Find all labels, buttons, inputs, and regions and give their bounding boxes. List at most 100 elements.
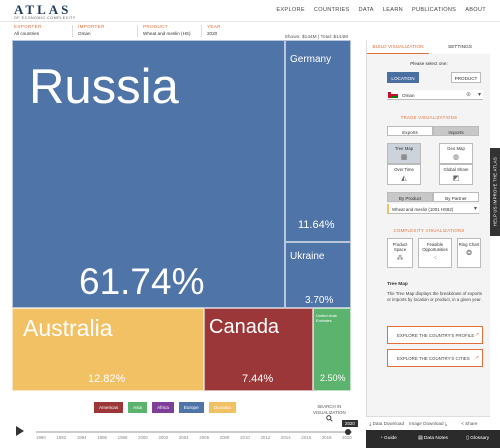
exporter-label: EXPORTER	[14, 24, 42, 29]
ring-chart-card[interactable]: Ring Chart ❂	[457, 238, 481, 268]
cell-label: United Arab Emirates	[316, 313, 337, 323]
year-field[interactable]: YEAR 2020	[207, 24, 221, 36]
product-button[interactable]: PRODUCT	[451, 72, 481, 83]
product-field[interactable]: PRODUCT Wheat and meslin (HS)	[143, 24, 191, 36]
cell-share: 3.70%	[305, 295, 334, 306]
divider	[137, 25, 138, 37]
main-nav: EXPLORE COUNTRIES DATA LEARN PUBLICATION…	[276, 7, 486, 13]
tab-build-visualization[interactable]: BUILD VISUALIZATION	[367, 40, 429, 54]
product-value: Wheat and meslin (HS)	[143, 31, 191, 36]
geomap-viz-card[interactable]: Geo Map ◍	[439, 143, 473, 164]
year-tick[interactable]: 2020	[342, 435, 352, 440]
tab-settings[interactable]: SETTINGS	[429, 40, 491, 54]
nav-countries[interactable]: COUNTRIES	[314, 7, 350, 13]
country-select[interactable]: Oman ⊕ ▾	[387, 90, 483, 100]
imports-button[interactable]: Imports	[433, 126, 479, 136]
year-tick[interactable]: 1994	[77, 435, 87, 440]
treemap-cell-russia[interactable]: Russia 61.74%	[12, 40, 285, 308]
year-tick[interactable]: 2000	[138, 435, 148, 440]
product-select[interactable]: Wheat and meslin (1001 HS92) ▾	[387, 204, 479, 214]
description-title: Tree Map	[387, 282, 408, 287]
year-tick[interactable]: 2004	[179, 435, 189, 440]
product-select-value: Wheat and meslin (1001 HS92)	[392, 206, 454, 212]
explore-cities-button[interactable]: EXPLORE THE COUNTRY'S CITIES ↗	[387, 349, 483, 367]
year-tick[interactable]: 2010	[240, 435, 250, 440]
top-bar: ATLAS OF ECONOMIC COMPLEXITY EXPLORE COU…	[0, 0, 500, 22]
location-button[interactable]: LOCATION	[387, 72, 419, 83]
glossary-label: Glossary	[470, 436, 490, 441]
treemap-cell-canada[interactable]: Canada 7.44%	[204, 308, 313, 391]
year-tick[interactable]: 2016	[301, 435, 311, 440]
importer-value: Oman	[78, 31, 91, 36]
timeline-years: 1990 1992 1994 1996 1998 2000 2002 2004 …	[36, 435, 352, 440]
treemap-cell-australia[interactable]: Australia 12.82%	[12, 308, 204, 391]
help-improve-tab[interactable]: HELP US IMPROVE THE ATLAS	[490, 148, 500, 236]
nav-publications[interactable]: PUBLICATIONS	[412, 7, 456, 13]
legend-asia[interactable]: Asia	[128, 402, 148, 413]
select-prompt: Please select one:	[410, 61, 448, 66]
nav-explore[interactable]: EXPLORE	[276, 7, 305, 13]
treemap-cell-uae[interactable]: United Arab Emirates 2.50%	[313, 308, 351, 391]
nav-learn[interactable]: LEARN	[383, 7, 403, 13]
ring-icon: ❂	[466, 250, 472, 257]
importer-field[interactable]: IMPORTER Oman	[78, 24, 105, 36]
glossary-button[interactable]: ▯ Glossary	[455, 430, 500, 448]
nav-about[interactable]: ABOUT	[465, 7, 486, 13]
scatter-icon: ⁖	[432, 255, 438, 262]
current-year-badge: 2020	[342, 420, 358, 427]
chevron-down-icon: ▾	[473, 206, 477, 212]
year-tick[interactable]: 2008	[220, 435, 230, 440]
explore-profile-button[interactable]: EXPLORE THE COUNTRY'S PROFILE ↗	[387, 326, 483, 344]
globalshare-viz-card[interactable]: Global Share ◩	[439, 164, 473, 185]
atlas-logo[interactable]: ATLAS OF ECONOMIC COMPLEXITY	[14, 2, 76, 20]
year-timeline: 1990 1992 1994 1996 1998 2000 2002 2004 …	[0, 420, 363, 448]
cell-label: Canada	[209, 316, 280, 338]
timeline-track[interactable]	[36, 431, 352, 433]
country-value: Oman	[402, 92, 415, 98]
divider	[201, 25, 202, 37]
year-tick[interactable]: 1998	[118, 435, 128, 440]
cell-share: 7.44%	[242, 373, 274, 385]
divider	[72, 25, 73, 37]
data-download-button[interactable]: ⤓ Data Download	[366, 417, 407, 430]
timeline-handle[interactable]	[345, 429, 351, 435]
guide-button[interactable]: ◔ Guide	[366, 430, 411, 448]
card-label: Global Share	[443, 167, 469, 172]
explore-cities-label: EXPLORE THE COUNTRY'S CITIES	[397, 356, 470, 361]
download-row: ⤓ Data Download Image Download ⤓ < Share	[366, 416, 490, 430]
treemap-cell-germany[interactable]: Germany 11.64%	[285, 40, 351, 242]
year-tick[interactable]: 2018	[322, 435, 332, 440]
exporter-field[interactable]: EXPORTER All countries	[14, 24, 42, 36]
year-tick[interactable]: 2002	[158, 435, 168, 440]
product-space-card[interactable]: Product Space ⁂	[387, 238, 413, 268]
data-notes-label: Data Notes	[423, 436, 448, 441]
year-tick[interactable]: 2006	[199, 435, 209, 440]
product-label: PRODUCT	[143, 24, 168, 29]
image-download-button[interactable]: Image Download ⤓	[407, 417, 448, 430]
year-tick[interactable]: 1996	[97, 435, 107, 440]
year-value: 2020	[207, 31, 218, 36]
treemap-viz-card[interactable]: Tree Map ▦	[387, 143, 421, 164]
share-button[interactable]: < Share	[449, 417, 490, 430]
legend-europe[interactable]: Europe	[178, 402, 204, 413]
year-tick[interactable]: 1992	[56, 435, 66, 440]
by-product-button[interactable]: By Product	[387, 192, 433, 202]
nav-data[interactable]: DATA	[359, 7, 374, 13]
legend-africa[interactable]: Africa	[152, 402, 174, 413]
feasible-opportunities-card[interactable]: Feasible Opportunities ⁖	[418, 238, 452, 268]
legend-oceania[interactable]: Oceania	[208, 402, 236, 413]
year-tick[interactable]: 2014	[281, 435, 291, 440]
by-partner-button[interactable]: By Partner	[433, 192, 479, 202]
overtime-viz-card[interactable]: Over Time ◭	[387, 164, 421, 185]
legend-americas[interactable]: Americas	[94, 402, 124, 413]
logo-subtitle: OF ECONOMIC COMPLEXITY	[14, 16, 76, 20]
share-label: Share	[465, 421, 478, 426]
data-notes-button[interactable]: ▤ Data Notes	[411, 430, 456, 448]
treemap-cell-ukraine[interactable]: Ukraine 3.70%	[285, 242, 351, 308]
year-tick[interactable]: 1990	[36, 435, 46, 440]
globe-icon: ◍	[452, 154, 460, 161]
trade-viz-heading: TRADE VISUALIZATIONS	[400, 115, 458, 120]
exports-button[interactable]: Exports	[387, 126, 433, 136]
year-tick[interactable]: 2012	[260, 435, 270, 440]
play-icon[interactable]	[16, 426, 24, 436]
